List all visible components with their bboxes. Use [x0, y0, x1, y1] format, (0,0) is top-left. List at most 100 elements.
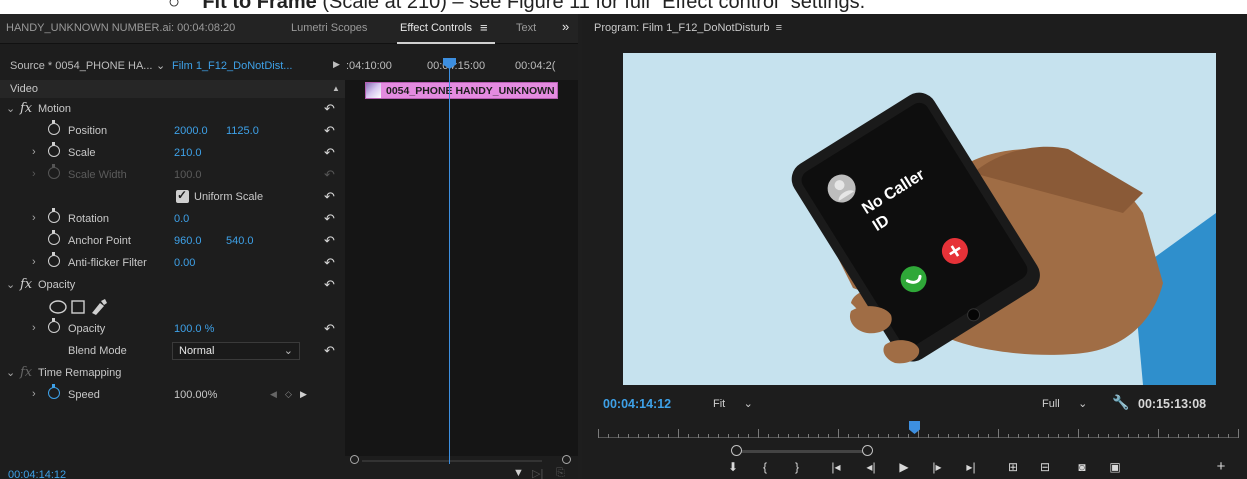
- reset-icon[interactable]: ↶: [324, 343, 335, 359]
- position-x-value[interactable]: 2000.0: [174, 125, 208, 137]
- caption-rest: (Scale at 210) – see Figure 11 for full …: [316, 0, 866, 13]
- go-to-in-icon[interactable]: |◂: [825, 460, 847, 474]
- scale-value[interactable]: 210.0: [174, 147, 202, 159]
- opacity-effect-row[interactable]: ⌄ fx Opacity ↶: [0, 274, 345, 296]
- time-remapping-row[interactable]: ⌄ fx Time Remapping: [0, 362, 345, 384]
- prev-keyframe-icon[interactable]: ◀: [270, 389, 277, 400]
- ruler-tick: [598, 429, 599, 438]
- stopwatch-icon[interactable]: [48, 384, 60, 399]
- step-forward-icon[interactable]: |▸: [926, 460, 948, 474]
- motion-label: Motion: [38, 103, 72, 115]
- chevron-right-icon[interactable]: ›: [32, 322, 36, 334]
- tab-effect-controls[interactable]: Effect Controls: [400, 22, 472, 34]
- panel-menu-icon[interactable]: ≡: [776, 22, 782, 34]
- ruler-tick: [898, 434, 899, 438]
- speed-value[interactable]: 100.00%: [174, 389, 217, 401]
- go-to-out-icon[interactable]: ▸|: [960, 460, 982, 474]
- fx-icon: fx: [20, 277, 33, 292]
- sequence-label[interactable]: Film 1_F12_DoNotDist...: [172, 60, 292, 72]
- filter-icon[interactable]: ▼: [513, 467, 524, 479]
- motion-effect-row[interactable]: ⌄ fx Motion ↶: [0, 98, 345, 120]
- video-section-label: Video: [10, 83, 38, 95]
- fit-select[interactable]: Fit ⌄: [713, 397, 753, 410]
- ruler-tick: [1228, 434, 1229, 438]
- step-back-icon[interactable]: ◂|: [860, 460, 882, 474]
- chevron-right-icon[interactable]: ›: [32, 388, 36, 400]
- wrench-icon[interactable]: 🔧: [1112, 394, 1129, 411]
- ruler-tick: [1198, 434, 1199, 438]
- rotation-value[interactable]: 0.0: [174, 213, 189, 225]
- stopwatch-icon[interactable]: [48, 230, 60, 245]
- blend-mode-select[interactable]: Normal ⌄: [172, 342, 300, 360]
- source-label[interactable]: Source * 0054_PHONE HA...: [10, 60, 152, 72]
- mark-in-icon[interactable]: {: [754, 460, 776, 474]
- chevron-down-icon[interactable]: ⌄: [156, 59, 165, 72]
- zoom-start-handle[interactable]: [731, 445, 742, 456]
- stopwatch-icon[interactable]: [48, 142, 60, 157]
- quality-select[interactable]: Full ⌄: [1042, 397, 1087, 410]
- chevron-right-icon[interactable]: ›: [32, 256, 36, 268]
- play-icon[interactable]: ▶: [333, 59, 340, 70]
- ellipse-mask-icon[interactable]: [49, 300, 67, 314]
- anchor-x-value[interactable]: 960.0: [174, 235, 202, 247]
- scroll-start-handle[interactable]: [350, 455, 359, 464]
- tab-lumetri-scopes[interactable]: Lumetri Scopes: [291, 22, 367, 34]
- ruler-tick: [698, 434, 699, 438]
- opacity-label: Opacity: [68, 323, 106, 335]
- timeline-clip[interactable]: 0054_PHONE HANDY_UNKNOWN N: [365, 82, 558, 99]
- reset-icon[interactable]: ↶: [324, 145, 335, 161]
- position-y-value[interactable]: 1125.0: [226, 125, 259, 137]
- stopwatch-icon[interactable]: [48, 208, 60, 223]
- next-keyframe-icon[interactable]: ▶: [300, 389, 307, 400]
- stopwatch-icon[interactable]: [48, 318, 60, 333]
- current-timecode[interactable]: 00:04:14:12: [603, 397, 671, 411]
- video-canvas[interactable]: No Caller ID: [623, 53, 1216, 385]
- tab-text[interactable]: Text: [516, 22, 536, 34]
- chevron-down-icon[interactable]: ⌄: [6, 278, 15, 291]
- reset-icon[interactable]: ↶: [324, 255, 335, 271]
- mask-tools-row: [0, 296, 345, 318]
- rectangle-mask-icon[interactable]: [71, 300, 85, 314]
- reset-icon[interactable]: ↶: [324, 123, 335, 139]
- stopwatch-icon[interactable]: [48, 252, 60, 267]
- play-icon[interactable]: ▶: [893, 460, 915, 474]
- add-button-icon[interactable]: +: [1210, 458, 1232, 475]
- position-row: Position 2000.0 1125.0 ↶: [0, 120, 345, 142]
- uniform-scale-checkbox[interactable]: [176, 188, 189, 203]
- export-frame-icon[interactable]: ◙: [1071, 460, 1093, 474]
- pen-mask-icon[interactable]: [92, 299, 107, 315]
- add-marker-icon[interactable]: ⬇: [722, 460, 744, 474]
- comparison-view-icon[interactable]: ▣: [1104, 460, 1126, 474]
- overflow-icon[interactable]: »: [562, 19, 569, 34]
- effect-timeline[interactable]: 0054_PHONE HANDY_UNKNOWN N: [345, 80, 578, 456]
- anti-flicker-value[interactable]: 0.00: [174, 257, 195, 269]
- chevron-down-icon[interactable]: ⌄: [6, 102, 15, 115]
- ruler-tick: [738, 434, 739, 438]
- footer-timecode[interactable]: 00:04:14:12: [8, 469, 66, 479]
- timeline-scrollbar[interactable]: [362, 460, 542, 462]
- collapse-up-icon[interactable]: ▲: [332, 84, 340, 93]
- extract-icon[interactable]: ⊟: [1034, 460, 1056, 474]
- tab-source-clip[interactable]: HANDY_UNKNOWN NUMBER.ai: 00:04:08:20: [6, 22, 235, 34]
- opacity-value[interactable]: 100.0 %: [174, 323, 214, 335]
- zoom-scrollbar[interactable]: [736, 450, 869, 453]
- stopwatch-icon[interactable]: [48, 120, 60, 135]
- fx-icon: fx: [20, 365, 33, 380]
- mark-out-icon[interactable]: }: [786, 460, 808, 474]
- chevron-right-icon[interactable]: ›: [32, 146, 36, 158]
- tab-menu-icon[interactable]: ≡: [480, 20, 488, 35]
- reset-icon[interactable]: ↶: [324, 211, 335, 227]
- add-keyframe-icon[interactable]: ◇: [285, 389, 292, 400]
- reset-icon[interactable]: ↶: [324, 189, 335, 205]
- ruler-tick: [838, 429, 839, 438]
- reset-icon[interactable]: ↶: [324, 321, 335, 337]
- chevron-down-icon[interactable]: ⌄: [6, 366, 15, 379]
- reset-icon[interactable]: ↶: [324, 277, 335, 293]
- zoom-end-handle[interactable]: [862, 445, 873, 456]
- scroll-end-handle[interactable]: [562, 455, 571, 464]
- chevron-right-icon[interactable]: ›: [32, 212, 36, 224]
- reset-icon[interactable]: ↶: [324, 101, 335, 117]
- anchor-y-value[interactable]: 540.0: [226, 235, 254, 247]
- lift-icon[interactable]: ⊞: [1002, 460, 1024, 474]
- reset-icon[interactable]: ↶: [324, 233, 335, 249]
